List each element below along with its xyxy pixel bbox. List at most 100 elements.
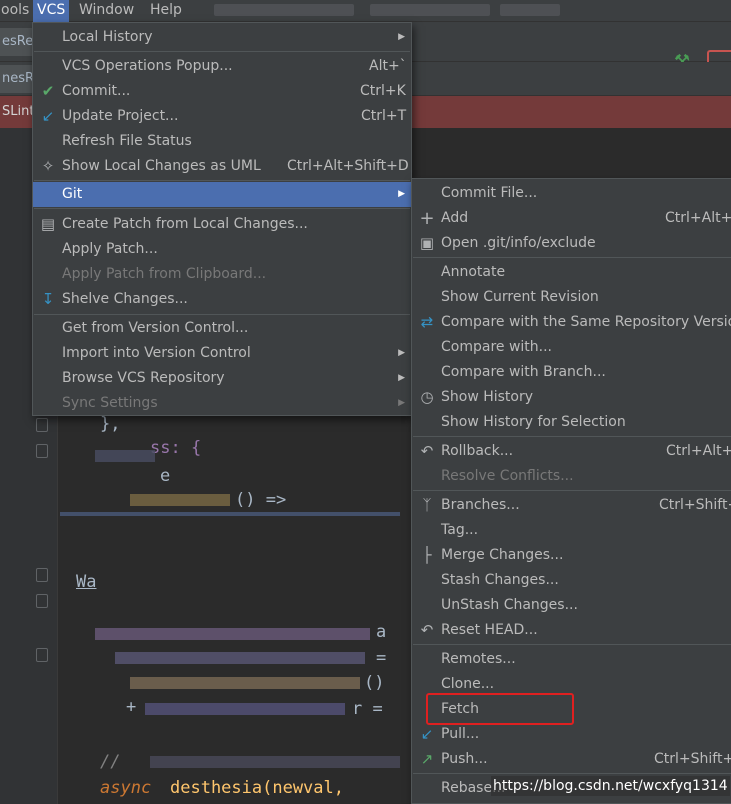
menu-item-local-history[interactable]: Local History ▶ [33, 25, 411, 50]
branch-icon: ᛉ [422, 496, 432, 514]
menu-separator [34, 180, 410, 181]
main-menubar: ools VCS Window Help [0, 0, 731, 22]
menu-item-label: Annotate [441, 264, 506, 280]
menu-item-label: Get from Version Control... [62, 320, 249, 336]
clock-icon: ◷ [420, 388, 434, 406]
menu-item-shortcut: Ctrl+T [361, 108, 407, 124]
menu-item-label: Show History for Selection [441, 414, 626, 430]
menu-item-refresh-file-status[interactable]: Refresh File Status [33, 129, 411, 154]
menu-item-label: VCS Operations Popup... [62, 58, 233, 74]
fold-marker-icon[interactable] [36, 568, 48, 582]
menu-item-label: Compare with... [441, 339, 553, 355]
fold-marker-icon[interactable] [36, 444, 48, 458]
push-arrow-icon: ↗ [420, 750, 434, 768]
menu-item-show-local-changes-uml[interactable]: ✧ Show Local Changes as UML Ctrl+Alt+Shi… [33, 154, 411, 179]
git-item-tag[interactable]: Tag... [412, 518, 731, 543]
git-item-compare-same-repo[interactable]: ⇄ Compare with the Same Repository Versi… [412, 310, 731, 335]
menu-separator [413, 490, 731, 491]
menu-item-label: Update Project... [62, 108, 179, 124]
git-item-show-history-selection[interactable]: Show History for Selection [412, 410, 731, 435]
code-line: // [100, 752, 121, 772]
menu-item-apply-patch-clipboard: Apply Patch from Clipboard... [33, 262, 411, 287]
menu-item-shortcut: Ctrl+K [360, 83, 406, 99]
open-file-icon: ▣ [419, 234, 435, 252]
menu-item-label: Import into Version Control [62, 345, 251, 361]
blurred-code [150, 756, 400, 768]
menu-item-shelve-changes[interactable]: ↧ Shelve Changes... [33, 287, 411, 312]
git-item-compare-with[interactable]: Compare with... [412, 335, 731, 360]
submenu-arrow-icon: ▶ [398, 189, 405, 199]
menu-item-label: Tag... [441, 522, 479, 538]
menu-item-shortcut: Ctrl+Shift+` [659, 497, 731, 513]
git-item-push[interactable]: ↗ Push... Ctrl+Shift+K [412, 747, 731, 772]
menu-item-apply-patch[interactable]: Apply Patch... [33, 237, 411, 262]
menu-item-label: Refresh File Status [62, 133, 192, 149]
menubar-tools[interactable]: ools [0, 0, 33, 22]
git-item-compare-with-branch[interactable]: Compare with Branch... [412, 360, 731, 385]
blurred-code [95, 628, 370, 640]
git-item-branches[interactable]: ᛉ Branches... Ctrl+Shift+` [412, 493, 731, 518]
menu-item-label: Show Current Revision [441, 289, 599, 305]
menu-item-label: Commit File... [441, 185, 538, 201]
reset-icon: ↶ [420, 621, 434, 639]
git-item-rollback[interactable]: ↶ Rollback... Ctrl+Alt+Z [412, 439, 731, 464]
menubar-help[interactable]: Help [146, 0, 186, 22]
menu-item-create-patch[interactable]: ▤ Create Patch from Local Changes... [33, 212, 411, 237]
git-item-show-current-revision[interactable]: Show Current Revision [412, 285, 731, 310]
menu-item-label: Show History [441, 389, 534, 405]
menu-item-update-project[interactable]: ↙ Update Project... Ctrl+T [33, 104, 411, 129]
git-item-merge-changes[interactable]: ├ Merge Changes... [412, 543, 731, 568]
git-item-open-exclude[interactable]: ▣ Open .git/info/exclude [412, 231, 731, 256]
code-line: async [100, 778, 152, 798]
menu-separator [34, 314, 410, 315]
editor-tab[interactable]: esRe [0, 28, 34, 56]
git-item-add[interactable]: + Add Ctrl+Alt+A [412, 206, 731, 231]
menu-item-label: Pull... [441, 726, 480, 742]
blurred-code [145, 703, 345, 715]
menu-item-label: Rollback... [441, 443, 514, 459]
git-item-commit-file[interactable]: Commit File... [412, 181, 731, 206]
git-item-unstash-changes[interactable]: UnStash Changes... [412, 593, 731, 618]
menu-item-browse-vcs-repository[interactable]: Browse VCS Repository ▶ [33, 366, 411, 391]
menu-item-label: Show Local Changes as UML [62, 158, 261, 174]
menubar-window[interactable]: Window [75, 0, 138, 22]
git-item-remotes[interactable]: Remotes... [412, 647, 731, 672]
menubar-vcs[interactable]: VCS [33, 0, 70, 22]
menu-item-label: Sync Settings [62, 395, 158, 411]
blurred-title [214, 4, 354, 16]
menu-item-commit[interactable]: ✔ Commit... Ctrl+K [33, 79, 411, 104]
git-item-pull[interactable]: ↙ Pull... [412, 722, 731, 747]
git-item-show-history[interactable]: ◷ Show History [412, 385, 731, 410]
menu-item-vcs-operations-popup[interactable]: VCS Operations Popup... Alt+` [33, 54, 411, 79]
code-line: }, [100, 414, 121, 434]
menu-item-import-into-vcs[interactable]: Import into Version Control ▶ [33, 341, 411, 366]
submenu-arrow-icon: ▶ [398, 32, 405, 42]
menu-item-label: Stash Changes... [441, 572, 559, 588]
menu-item-get-from-vcs[interactable]: Get from Version Control... [33, 316, 411, 341]
blurred-code [115, 652, 365, 664]
menu-item-label: Remotes... [441, 651, 516, 667]
git-item-stash-changes[interactable]: Stash Changes... [412, 568, 731, 593]
patch-icon: ▤ [40, 215, 56, 233]
merge-icon: ├ [422, 546, 432, 564]
eslint-label: SLint [2, 104, 35, 119]
menu-item-label: Browse VCS Repository [62, 370, 225, 386]
menu-item-shortcut: Ctrl+Shift+K [654, 751, 731, 767]
code-line: desthesia(newval, [170, 778, 344, 798]
uml-icon: ✧ [41, 157, 55, 175]
blurred-code [130, 494, 230, 506]
code-line: ss: { [150, 438, 202, 458]
fold-marker-icon[interactable] [36, 648, 48, 662]
git-item-annotate[interactable]: Annotate [412, 260, 731, 285]
fold-marker-icon[interactable] [36, 594, 48, 608]
menu-item-shortcut: Ctrl+Alt+Z [666, 443, 731, 459]
menu-item-label: Open .git/info/exclude [441, 235, 596, 251]
fold-marker-icon[interactable] [36, 418, 48, 432]
menu-item-git[interactable]: Git ▶ [33, 182, 411, 207]
blurred-code [60, 512, 400, 516]
menu-item-label: Push... [441, 751, 488, 767]
menu-item-sync-settings: Sync Settings ▶ [33, 391, 411, 416]
git-item-reset-head[interactable]: ↶ Reset HEAD... [412, 618, 731, 643]
vcs-menu: Local History ▶ VCS Operations Popup... … [32, 22, 412, 416]
menu-separator [413, 644, 731, 645]
